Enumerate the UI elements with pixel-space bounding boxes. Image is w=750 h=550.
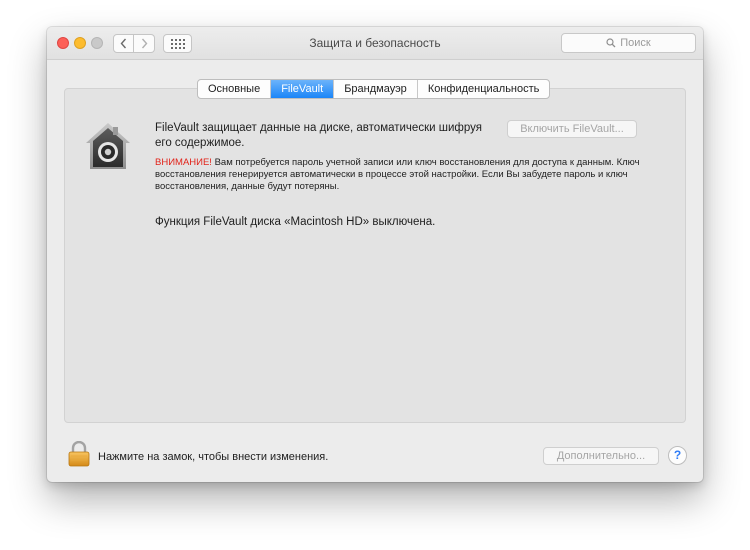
advanced-button[interactable]: Дополнительно...	[543, 447, 659, 465]
search-icon	[606, 38, 616, 48]
lock-icon[interactable]	[68, 441, 90, 467]
tab-general[interactable]: Основные	[198, 80, 272, 98]
warning-label: ВНИМАНИЕ!	[155, 157, 212, 168]
search-field[interactable]: Поиск	[561, 33, 696, 53]
filevault-status: Функция FileVault диска «Macintosh HD» в…	[155, 216, 436, 228]
title-bar: Защита и безопасность Поиск	[47, 27, 703, 60]
filevault-description: FileVault защищает данные на диске, авто…	[155, 122, 482, 149]
filevault-house-icon	[86, 123, 130, 169]
warning-text: Вам потребуется пароль учетной записи ил…	[155, 157, 640, 192]
tab-filevault[interactable]: FileVault	[271, 80, 335, 98]
tab-privacy[interactable]: Конфиденциальность	[418, 80, 550, 98]
preferences-window: Защита и безопасность Поиск Основные Fil…	[47, 27, 703, 482]
tab-firewall[interactable]: Брандмауэр	[334, 80, 418, 98]
warning-message: ВНИМАНИЕ! Вам потребуется пароль учетной…	[155, 157, 655, 193]
tab-bar: Основные FileVault Брандмауэр Конфиденци…	[197, 79, 551, 99]
enable-filevault-button[interactable]: Включить FileVault...	[507, 120, 637, 138]
lock-hint-text: Нажмите на замок, чтобы внести изменения…	[98, 451, 329, 463]
help-icon[interactable]: ?	[668, 446, 687, 465]
search-placeholder: Поиск	[620, 37, 651, 49]
